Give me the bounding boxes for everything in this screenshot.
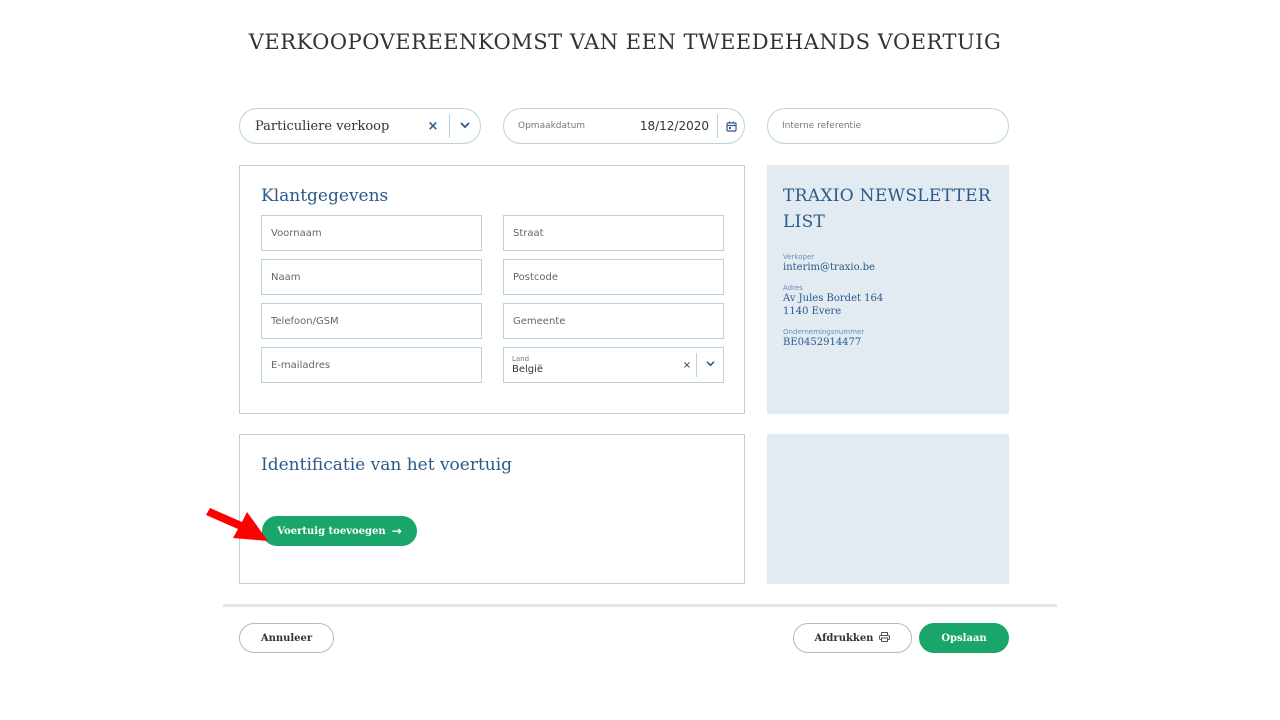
country-select-body[interactable]: Land België — [512, 355, 678, 375]
municipality-field[interactable] — [503, 303, 724, 339]
company-info-panel: TRAXIO NEWSLETTER LIST Verkoper interim@… — [767, 165, 1009, 414]
seller-block: Verkoper interim@traxio.be — [783, 253, 993, 274]
address-line2: 1140 Evere — [783, 306, 842, 317]
last-name-field[interactable] — [261, 259, 482, 295]
reference-field[interactable] — [767, 108, 1009, 144]
municipality-input[interactable] — [513, 315, 713, 327]
chevron-down-icon[interactable] — [454, 121, 476, 132]
email-input[interactable] — [271, 359, 471, 371]
vehicle-panel: Identificatie van het voertuig Voertuig … — [239, 434, 745, 584]
address-line1: Av Jules Bordet 164 — [783, 293, 884, 304]
cancel-button[interactable]: Annuleer — [239, 623, 334, 653]
cancel-label: Annuleer — [260, 632, 313, 644]
country-value: België — [512, 364, 544, 375]
country-label: Land — [512, 355, 530, 363]
vehicle-side-panel — [767, 434, 1009, 584]
arrow-right-icon: → — [391, 524, 402, 538]
chevron-down-icon[interactable] — [697, 360, 723, 370]
save-button[interactable]: Opslaan — [919, 623, 1009, 653]
printer-icon — [879, 631, 891, 645]
clear-icon[interactable]: × — [678, 360, 696, 371]
seller-label: Verkoper — [783, 253, 815, 261]
divider — [449, 114, 450, 138]
print-button[interactable]: Afdrukken — [793, 623, 912, 653]
address-label: Adres — [783, 284, 803, 292]
company-name: TRAXIO NEWSLETTER LIST — [783, 186, 991, 232]
sale-type-select[interactable]: Particuliere verkoop × — [239, 108, 481, 144]
vehicle-panel-title: Identificatie van het voertuig — [261, 455, 513, 475]
annotation-arrow-icon — [206, 508, 268, 541]
company-number-block: Ondernemingsnummer BE0452914477 — [783, 328, 993, 349]
address-block: Adres Av Jules Bordet 164 1140 Evere — [783, 284, 993, 318]
phone-field[interactable] — [261, 303, 482, 339]
add-vehicle-button[interactable]: Voertuig toevoegen → — [262, 516, 417, 546]
company-number-value: BE0452914477 — [783, 337, 862, 348]
first-name-input[interactable] — [271, 227, 471, 239]
seller-value: interim@traxio.be — [783, 262, 875, 273]
date-label: Opmaakdatum — [518, 121, 586, 131]
country-select[interactable]: Land België × — [503, 347, 724, 383]
save-label: Opslaan — [941, 632, 987, 644]
calendar-icon[interactable] — [718, 121, 744, 132]
street-input[interactable] — [513, 227, 713, 239]
company-number-label: Ondernemingsnummer — [783, 328, 865, 336]
postcode-field[interactable] — [503, 259, 724, 295]
sale-type-value: Particuliere verkoop — [255, 118, 390, 134]
client-panel: Klantgegevens Land België × — [239, 165, 745, 414]
client-panel-title: Klantgegevens — [261, 186, 389, 206]
reference-input[interactable] — [782, 121, 982, 131]
phone-input[interactable] — [271, 315, 471, 327]
footer-divider — [223, 604, 1057, 607]
street-field[interactable] — [503, 215, 724, 251]
clear-icon[interactable]: × — [421, 119, 445, 134]
last-name-input[interactable] — [271, 271, 471, 283]
date-value[interactable]: 18/12/2020 — [640, 119, 709, 133]
add-vehicle-label: Voertuig toevoegen — [277, 525, 386, 537]
page-title: VERKOOPOVEREENKOMST VAN EEN TWEEDEHANDS … — [248, 30, 1002, 54]
postcode-input[interactable] — [513, 271, 713, 283]
first-name-field[interactable] — [261, 215, 482, 251]
email-field[interactable] — [261, 347, 482, 383]
print-label: Afdrukken — [814, 632, 874, 644]
date-field[interactable]: Opmaakdatum 18/12/2020 — [503, 108, 745, 144]
